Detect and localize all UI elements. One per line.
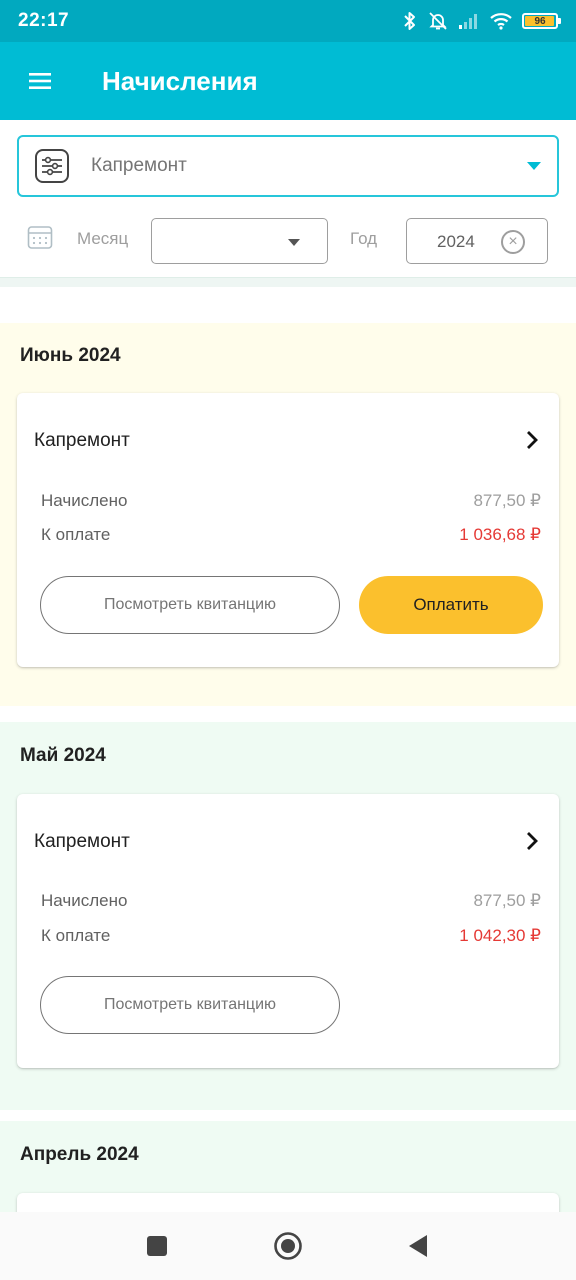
- due-value: 1 036,68 ₽: [459, 525, 541, 544]
- status-bar: 22:17 96: [0, 0, 576, 42]
- app-bar: Начисления: [0, 42, 576, 120]
- bluetooth-icon: [402, 11, 418, 31]
- due-value: 1 042,30 ₽: [459, 926, 541, 945]
- accrued-value: 877,50 ₽: [473, 891, 541, 910]
- filter-sliders-icon: [35, 149, 69, 183]
- date-filter-row: Месяц Год 2024 ×: [0, 215, 576, 267]
- card-title: Капремонт: [34, 831, 130, 852]
- back-triangle-icon[interactable]: [378, 1212, 458, 1280]
- year-label: Год: [350, 229, 378, 248]
- charge-card[interactable]: Капремонт Начислено 877,50 ₽ К оплате 1 …: [17, 794, 559, 1068]
- month-select[interactable]: [151, 218, 328, 264]
- dropdown-caret-icon: [527, 162, 541, 170]
- battery-icon: 96: [522, 13, 561, 29]
- pay-button[interactable]: Оплатить: [359, 576, 543, 634]
- system-nav-bar: [0, 1212, 576, 1280]
- status-time: 22:17: [18, 10, 70, 31]
- category-select[interactable]: Капремонт: [17, 135, 559, 197]
- chevron-right-icon[interactable]: [525, 830, 539, 857]
- category-value: Капремонт: [91, 155, 187, 176]
- accrued-label: Начислено: [41, 491, 128, 510]
- view-receipt-button[interactable]: Посмотреть квитанцию: [40, 576, 340, 634]
- accrued-value: 877,50 ₽: [473, 491, 541, 510]
- year-field[interactable]: 2024 ×: [406, 218, 548, 264]
- clear-icon[interactable]: ×: [501, 230, 525, 254]
- section-title: Июнь 2024: [20, 345, 121, 366]
- signal-icon: [458, 12, 480, 30]
- home-circle-icon[interactable]: [248, 1212, 328, 1280]
- due-label: К оплате: [41, 926, 111, 945]
- section-title: Апрель 2024: [20, 1144, 139, 1165]
- charge-card[interactable]: Капремонт Начислено 877,50 ₽ К оплате 1 …: [17, 393, 559, 667]
- battery-level: 96: [534, 15, 546, 27]
- wifi-icon: [490, 12, 512, 30]
- bell-off-icon: [428, 11, 448, 31]
- chevron-right-icon[interactable]: [525, 429, 539, 456]
- filter-divider: [0, 277, 576, 287]
- month-label: Месяц: [77, 229, 129, 248]
- year-value: 2024: [437, 232, 475, 251]
- status-icons: 96: [402, 11, 561, 31]
- month-section: Апрель 2024: [0, 1121, 576, 1233]
- view-receipt-button[interactable]: Посмотреть квитанцию: [40, 976, 340, 1034]
- card-title: Капремонт: [34, 430, 130, 451]
- due-label: К оплате: [41, 525, 111, 544]
- month-section: Июнь 2024 Капремонт Начислено 877,50 ₽ К…: [0, 323, 576, 706]
- dropdown-caret-icon: [288, 239, 300, 246]
- section-title: Май 2024: [20, 745, 106, 766]
- menu-button[interactable]: [0, 42, 80, 120]
- page-title: Начисления: [102, 65, 258, 96]
- accrued-label: Начислено: [41, 891, 128, 910]
- month-section: Май 2024 Капремонт Начислено 877,50 ₽ К …: [0, 722, 576, 1110]
- hamburger-menu-icon: [29, 73, 51, 89]
- calendar-icon: [27, 224, 53, 255]
- recents-square-icon[interactable]: [117, 1212, 197, 1280]
